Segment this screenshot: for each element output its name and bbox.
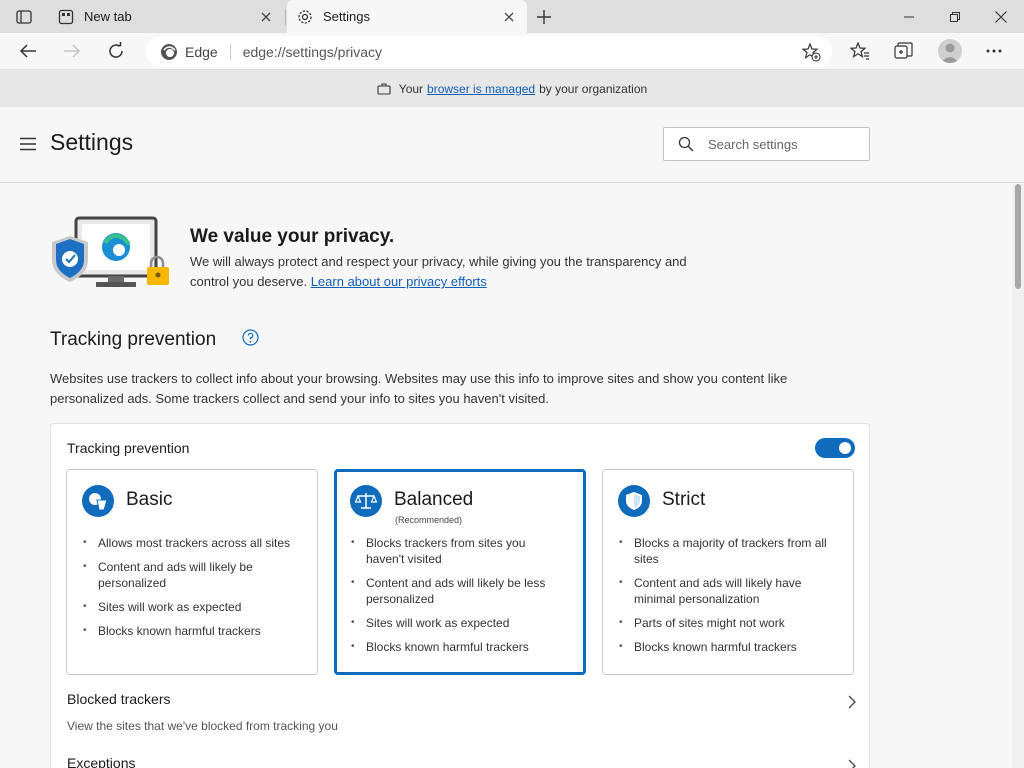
toggle-knob xyxy=(839,442,851,454)
managed-banner: Your browser is managed by your organiza… xyxy=(0,70,1024,107)
settings-header: Settings xyxy=(0,107,1024,183)
settings-content: We value your privacy. We will always pr… xyxy=(0,184,1012,768)
more-menu-button[interactable] xyxy=(978,36,1010,66)
arrow-left-icon xyxy=(19,44,36,58)
option-bullet: Allows most trackers across all sites xyxy=(83,535,298,551)
row-title: Blocked trackers xyxy=(67,691,171,707)
option-subtitle: (Recommended) xyxy=(395,515,463,525)
add-favorite-button[interactable] xyxy=(800,41,822,63)
refresh-button[interactable] xyxy=(100,36,132,66)
favorites-button[interactable] xyxy=(844,36,876,66)
blocked-trackers-row[interactable]: Blocked trackers View the sites that we'… xyxy=(67,691,857,733)
star-add-icon xyxy=(801,42,821,62)
option-name: Strict xyxy=(662,489,706,510)
close-tab-icon[interactable] xyxy=(497,5,521,29)
minimize-button[interactable] xyxy=(886,0,932,33)
vertical-scrollbar[interactable] xyxy=(1012,184,1024,768)
option-name: Balanced xyxy=(394,489,474,510)
option-balanced[interactable]: Balanced (Recommended) Blocks trackers f… xyxy=(334,469,586,675)
edge-logo-icon xyxy=(161,43,177,60)
back-button[interactable] xyxy=(12,36,44,66)
toolbar: Edge edge://settings/privacy xyxy=(0,33,1024,70)
option-basic[interactable]: Basic Allows most trackers across all si… xyxy=(66,469,318,675)
address-bar[interactable]: Edge edge://settings/privacy xyxy=(146,36,832,67)
managed-suffix: by your organization xyxy=(539,81,648,96)
tab-settings[interactable]: Settings xyxy=(287,0,527,33)
help-icon[interactable] xyxy=(242,329,259,346)
profile-avatar[interactable] xyxy=(938,39,962,63)
option-bullets: Allows most trackers across all sites Co… xyxy=(83,535,298,647)
privacy-efforts-link[interactable]: Learn about our privacy efforts xyxy=(311,274,487,289)
option-bullet: Blocks a majority of trackers from all s… xyxy=(619,535,834,567)
option-bullet: Blocks trackers from sites you haven't v… xyxy=(351,535,566,567)
hamburger-menu-icon[interactable] xyxy=(20,137,36,151)
address-brand: Edge xyxy=(185,43,218,60)
row-subtitle: View the sites that we've blocked from t… xyxy=(67,719,338,733)
option-bullet: Blocks known harmful trackers xyxy=(351,639,566,655)
option-bullets: Blocks a majority of trackers from all s… xyxy=(619,535,834,663)
search-box[interactable] xyxy=(663,127,870,161)
option-bullets: Blocks trackers from sites you haven't v… xyxy=(351,535,566,663)
row-title: Exceptions xyxy=(67,755,136,768)
tracking-toggle[interactable] xyxy=(815,438,855,458)
close-tab-icon[interactable] xyxy=(254,5,278,29)
option-bullet: Blocks known harmful trackers xyxy=(83,623,298,639)
favorites-icon xyxy=(850,42,869,60)
exceptions-row[interactable]: Exceptions xyxy=(67,755,857,768)
collections-icon xyxy=(894,42,913,59)
option-bullet: Sites will work as expected xyxy=(351,615,566,631)
plus-icon xyxy=(537,10,551,24)
tab-new-tab[interactable]: New tab xyxy=(48,0,284,33)
option-name: Basic xyxy=(126,489,173,510)
tab-actions-icon xyxy=(16,10,32,24)
privacy-heading: We value your privacy. xyxy=(190,226,395,247)
option-bullet: Content and ads will likely be personali… xyxy=(83,559,298,591)
restore-icon xyxy=(950,11,960,22)
minimize-icon xyxy=(904,16,914,17)
option-bullet: Sites will work as expected xyxy=(83,599,298,615)
card-title: Tracking prevention xyxy=(67,440,190,456)
close-window-button[interactable] xyxy=(978,0,1024,33)
section-description: Websites use trackers to collect info ab… xyxy=(50,371,788,406)
option-bullet: Content and ads will likely be less pers… xyxy=(351,575,566,607)
managed-prefix: Your xyxy=(398,81,424,96)
close-icon xyxy=(995,10,1007,23)
refresh-icon xyxy=(109,42,123,58)
option-bullet: Blocks known harmful trackers xyxy=(619,639,834,655)
tab-title: New tab xyxy=(84,9,132,24)
user-icon xyxy=(941,43,959,63)
page-title: Settings xyxy=(50,129,134,155)
privacy-description: We will always protect and respect your … xyxy=(190,252,720,292)
option-bullet: Content and ads will likely have minimal… xyxy=(619,575,834,607)
tab-title: Settings xyxy=(323,9,370,24)
chevron-right-icon xyxy=(848,695,856,709)
collections-button[interactable] xyxy=(888,36,920,66)
tracking-card: Tracking prevention Basic Allows most tr… xyxy=(50,423,870,768)
tab-strip: New tab Settings xyxy=(0,0,1024,33)
scale-icon xyxy=(350,485,382,517)
ellipsis-icon xyxy=(986,49,1002,53)
basic-icon xyxy=(82,485,114,517)
gear-icon xyxy=(297,9,313,25)
shield-icon xyxy=(618,485,650,517)
briefcase-icon xyxy=(377,82,391,95)
address-url[interactable]: edge://settings/privacy xyxy=(243,44,382,60)
privacy-illustration xyxy=(52,216,169,287)
arrow-right-icon xyxy=(64,44,81,58)
chevron-right-icon xyxy=(848,759,856,768)
forward-button[interactable] xyxy=(56,36,88,66)
section-title: Tracking prevention xyxy=(50,329,217,350)
tab-actions-button[interactable] xyxy=(8,6,40,28)
search-icon xyxy=(678,136,694,152)
tab-separator xyxy=(285,9,286,25)
new-tab-button[interactable] xyxy=(530,4,558,30)
browser-managed-link[interactable]: browser is managed xyxy=(427,82,535,96)
option-bullet: Parts of sites might not work xyxy=(619,615,834,631)
option-strict[interactable]: Strict Blocks a majority of trackers fro… xyxy=(602,469,854,675)
restore-button[interactable] xyxy=(932,0,978,33)
address-divider xyxy=(229,43,231,60)
scrollbar-thumb[interactable] xyxy=(1015,184,1021,289)
search-input[interactable] xyxy=(708,136,858,152)
newtab-icon xyxy=(58,9,74,25)
